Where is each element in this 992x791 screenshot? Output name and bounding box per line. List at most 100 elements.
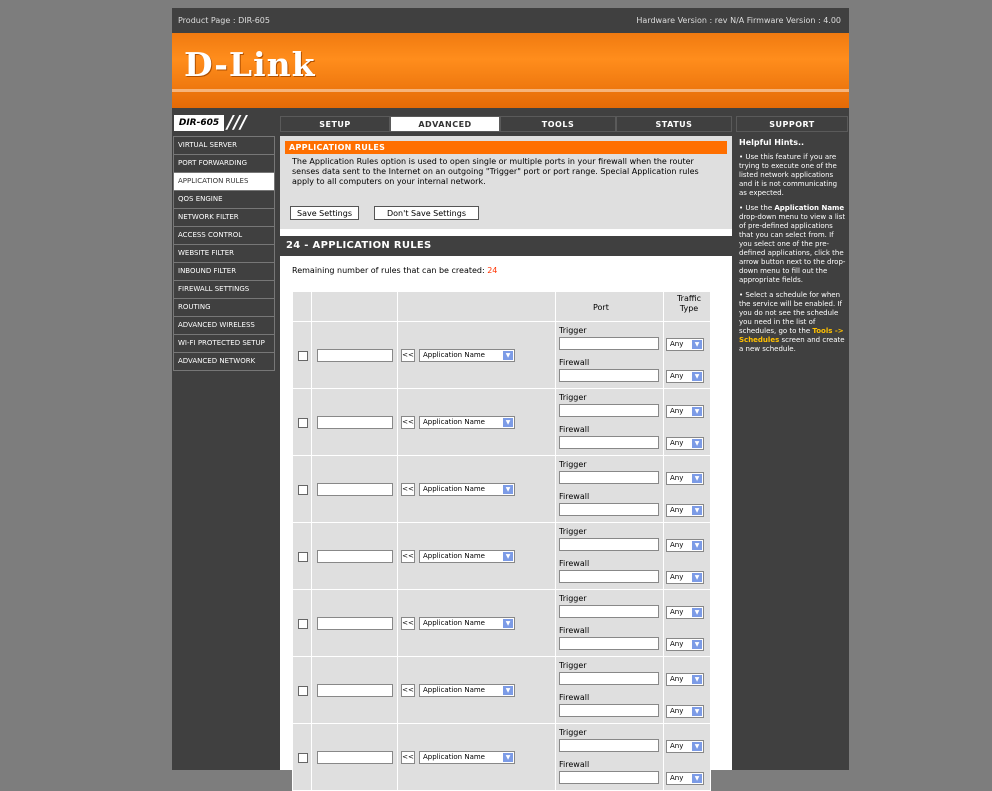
fill-from-app-button[interactable]: <<	[401, 483, 415, 496]
helpful-hints-panel: Helpful Hints.. • Use this feature if yo…	[736, 136, 849, 770]
firewall-traffic-select[interactable]: Any ▼	[666, 504, 704, 517]
sidebar-item-application-rules[interactable]: APPLICATION RULES	[173, 173, 275, 191]
trigger-port-input[interactable]	[559, 404, 659, 417]
rules-section-header: 24 - APPLICATION RULES	[280, 236, 732, 256]
sidebar-item-website-filter[interactable]: WEBSITE FILTER	[173, 245, 275, 263]
firewall-traffic-select[interactable]: Any ▼	[666, 772, 704, 785]
firewall-traffic-select[interactable]: Any ▼	[666, 370, 704, 383]
rule-enable-checkbox[interactable]	[298, 619, 308, 629]
trigger-port-input[interactable]	[559, 605, 659, 618]
hint-2: • Use the Application Name drop-down men…	[739, 204, 846, 284]
application-name-select[interactable]: Application Name ▼	[419, 550, 515, 563]
application-name-select-value: Application Name	[423, 753, 485, 761]
sidebar-item-wifi-protected-setup[interactable]: WI-FI PROTECTED SETUP	[173, 335, 275, 353]
fill-from-app-button[interactable]: <<	[401, 684, 415, 697]
trigger-traffic-select[interactable]: Any ▼	[666, 606, 704, 619]
fill-from-app-button[interactable]: <<	[401, 416, 415, 429]
tab-status[interactable]: STATUS	[616, 116, 732, 132]
firewall-port-input[interactable]	[559, 503, 659, 516]
rule-name-input[interactable]	[317, 483, 393, 496]
trigger-traffic-select[interactable]: Any ▼	[666, 405, 704, 418]
firewall-traffic-select[interactable]: Any ▼	[666, 705, 704, 718]
chevron-down-icon: ▼	[692, 474, 702, 483]
trigger-port-input[interactable]	[559, 471, 659, 484]
hint-2-post: drop-down menu to view a list of pre-def…	[739, 213, 846, 284]
port-column-header: Port	[593, 303, 609, 312]
rule-name-input[interactable]	[317, 416, 393, 429]
firewall-label: Firewall	[559, 425, 590, 434]
fill-from-app-button[interactable]: <<	[401, 751, 415, 764]
save-settings-button[interactable]: Save Settings	[290, 206, 359, 220]
firewall-traffic-select[interactable]: Any ▼	[666, 638, 704, 651]
firewall-label: Firewall	[559, 358, 590, 367]
trigger-label: Trigger	[559, 594, 587, 603]
chevron-down-icon: ▼	[692, 407, 702, 416]
trigger-traffic-select[interactable]: Any ▼	[666, 740, 704, 753]
trigger-traffic-select[interactable]: Any ▼	[666, 673, 704, 686]
hints-title: Helpful Hints..	[739, 138, 805, 147]
sidebar-item-inbound-filter[interactable]: INBOUND FILTER	[173, 263, 275, 281]
sidebar-item-qos-engine[interactable]: QOS ENGINE	[173, 191, 275, 209]
rule-name-input[interactable]	[317, 349, 393, 362]
application-name-select[interactable]: Application Name ▼	[419, 617, 515, 630]
chevron-down-icon: ▼	[503, 552, 513, 561]
application-name-select[interactable]: Application Name ▼	[419, 684, 515, 697]
rule-name-input[interactable]	[317, 617, 393, 630]
fill-from-app-button[interactable]: <<	[401, 617, 415, 630]
chevron-down-icon: ▼	[692, 675, 702, 684]
application-name-select[interactable]: Application Name ▼	[419, 416, 515, 429]
sidebar-item-routing[interactable]: ROUTING	[173, 299, 275, 317]
rule-enable-checkbox[interactable]	[298, 351, 308, 361]
trigger-traffic-select[interactable]: Any ▼	[666, 539, 704, 552]
firewall-port-input[interactable]	[559, 369, 659, 382]
application-name-select[interactable]: Application Name ▼	[419, 349, 515, 362]
table-row: << Application Name ▼ Trigger Firewall Any ▼ An…	[292, 657, 711, 724]
sidebar-item-firewall-settings[interactable]: FIREWALL SETTINGS	[173, 281, 275, 299]
chevron-down-icon: ▼	[692, 506, 702, 515]
sidebar-item-port-forwarding[interactable]: PORT FORWARDING	[173, 155, 275, 173]
rule-enable-checkbox[interactable]	[298, 552, 308, 562]
dont-save-settings-button[interactable]: Don't Save Settings	[374, 206, 479, 220]
advanced-sidebar: VIRTUAL SERVER PORT FORWARDING APPLICATI…	[172, 136, 276, 371]
firewall-traffic-select[interactable]: Any ▼	[666, 437, 704, 450]
rule-name-input[interactable]	[317, 550, 393, 563]
rule-enable-checkbox[interactable]	[298, 418, 308, 428]
trigger-label: Trigger	[559, 527, 587, 536]
sidebar-item-advanced-network[interactable]: ADVANCED NETWORK	[173, 353, 275, 371]
rule-enable-checkbox[interactable]	[298, 686, 308, 696]
sidebar-item-access-control[interactable]: ACCESS CONTROL	[173, 227, 275, 245]
trigger-port-input[interactable]	[559, 672, 659, 685]
trigger-port-input[interactable]	[559, 739, 659, 752]
table-row: << Application Name ▼ Trigger Firewall Any ▼ An…	[292, 724, 711, 791]
firewall-port-input[interactable]	[559, 436, 659, 449]
firewall-port-input[interactable]	[559, 771, 659, 784]
sidebar-item-virtual-server[interactable]: VIRTUAL SERVER	[173, 136, 275, 155]
trigger-traffic-select[interactable]: Any ▼	[666, 472, 704, 485]
tab-tools[interactable]: TOOLS	[500, 116, 616, 132]
table-header: Port Traffic Type	[292, 291, 711, 322]
firewall-port-input[interactable]	[559, 570, 659, 583]
main-content: APPLICATION RULES The Application Rules …	[280, 136, 732, 791]
firewall-port-input[interactable]	[559, 637, 659, 650]
rule-enable-checkbox[interactable]	[298, 753, 308, 763]
chevron-down-icon: ▼	[692, 340, 702, 349]
sidebar-item-advanced-wireless[interactable]: ADVANCED WIRELESS	[173, 317, 275, 335]
application-name-select[interactable]: Application Name ▼	[419, 483, 515, 496]
trigger-port-input[interactable]	[559, 337, 659, 350]
trigger-traffic-select[interactable]: Any ▼	[666, 338, 704, 351]
firewall-port-input[interactable]	[559, 704, 659, 717]
chevron-down-icon: ▼	[692, 372, 702, 381]
fill-from-app-button[interactable]: <<	[401, 550, 415, 563]
tab-support[interactable]: SUPPORT	[736, 116, 848, 132]
rule-name-input[interactable]	[317, 684, 393, 697]
remaining-label: Remaining number of rules that can be cr…	[292, 266, 485, 275]
rule-enable-checkbox[interactable]	[298, 485, 308, 495]
tab-advanced[interactable]: ADVANCED	[390, 116, 500, 132]
fill-from-app-button[interactable]: <<	[401, 349, 415, 362]
application-name-select[interactable]: Application Name ▼	[419, 751, 515, 764]
firewall-traffic-select[interactable]: Any ▼	[666, 571, 704, 584]
sidebar-item-network-filter[interactable]: NETWORK FILTER	[173, 209, 275, 227]
rule-name-input[interactable]	[317, 751, 393, 764]
tab-setup[interactable]: SETUP	[280, 116, 390, 132]
trigger-port-input[interactable]	[559, 538, 659, 551]
